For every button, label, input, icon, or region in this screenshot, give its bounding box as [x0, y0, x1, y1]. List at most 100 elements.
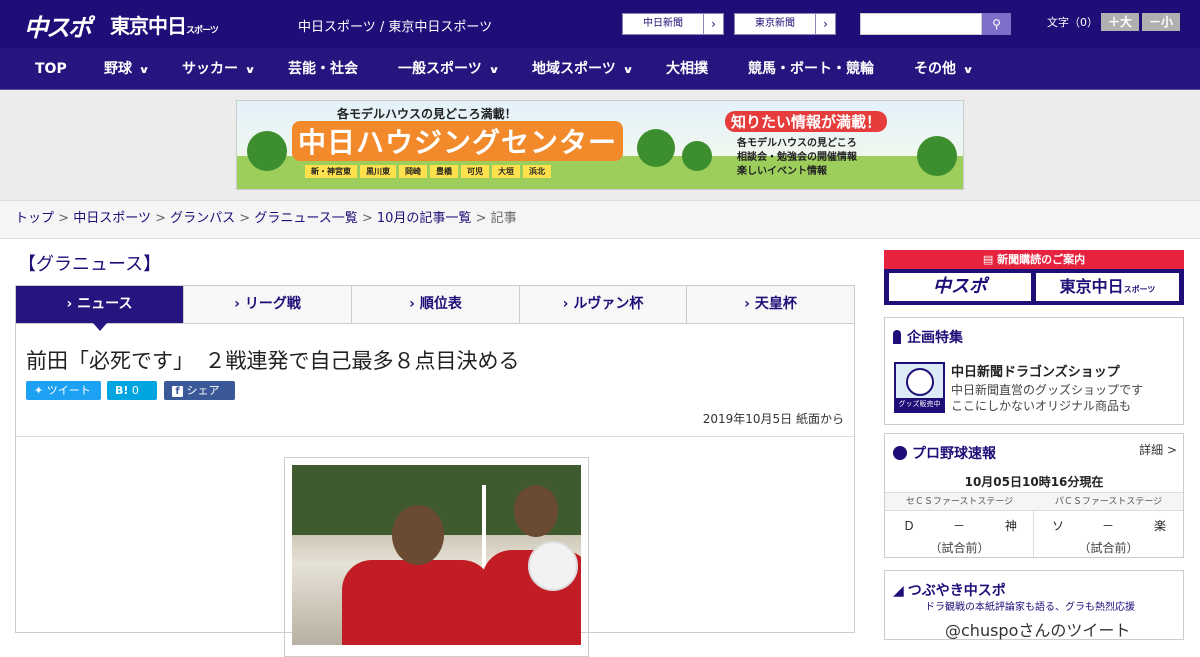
- housing-center-banner[interactable]: 各モデルハウスの見どころ満載！ 中日ハウジングセンター 新・神宮東 黒川東 岡崎 豊橋…: [236, 100, 964, 190]
- tab-emperors-cup[interactable]: › 天皇杯: [687, 286, 854, 323]
- nav-item-entertainment[interactable]: 芸能・社会: [288, 48, 358, 90]
- banner-tree: [682, 141, 712, 171]
- baseball-updated-time: 10月05日10時16分現在: [964, 475, 1104, 489]
- nav-item-soccer[interactable]: サッカー ∨: [182, 48, 256, 90]
- game-score: －: [953, 519, 966, 533]
- chuspo-logo[interactable]: 中スポ: [24, 8, 92, 43]
- game-stage: パＣＳファーストステージ: [1034, 493, 1183, 511]
- hatena-count: 0: [131, 384, 139, 397]
- dragons-shop-link[interactable]: 中日新聞ドラゴンズショップ: [951, 361, 1120, 380]
- baseball-game[interactable]: セＣＳファーストステージ Ｄ － 神 （試合前）: [885, 493, 1034, 557]
- tokyo-chunichi-logo-small: スポーツ: [186, 26, 219, 36]
- nav-item-sumo[interactable]: 大相撲: [666, 48, 708, 90]
- shop-description: ここにしかないオリジナル商品も: [951, 399, 1132, 413]
- banner-tree: [637, 129, 675, 167]
- baseball-games: セＣＳファーストステージ Ｄ － 神 （試合前） パＣＳファーストステージ ソ …: [885, 492, 1183, 557]
- nav-item-label: TOP: [35, 61, 67, 77]
- breadcrumb-separator: >: [58, 211, 70, 226]
- baseball-icon: [893, 446, 907, 460]
- tab-label: ルヴァン杯: [573, 296, 644, 312]
- tab-news[interactable]: › ニュース: [16, 286, 184, 331]
- baseball-score-box: プロ野球速報 詳細 > 10月05日10時16分現在 セＣＳファーストステージ …: [884, 433, 1184, 558]
- facebook-share-label: シェア: [186, 384, 220, 397]
- game-status: （試合前）: [1078, 541, 1139, 555]
- breadcrumb-news-list[interactable]: グラニュース一覧: [254, 211, 357, 226]
- banner-title: 中日ハウジングセンター: [292, 121, 624, 161]
- game-away-team: 神: [1005, 519, 1018, 533]
- banner-tree: [247, 131, 287, 171]
- tab-standings[interactable]: › 順位表: [352, 286, 520, 323]
- game-score: －: [1102, 519, 1115, 533]
- facebook-share-button[interactable]: f シェア 3: [164, 381, 235, 416]
- tab-levain-cup[interactable]: › ルヴァン杯: [520, 286, 687, 323]
- font-bigger-button[interactable]: ＋大: [1101, 13, 1139, 31]
- font-smaller-button[interactable]: －小: [1142, 13, 1180, 31]
- article-photo[interactable]: [292, 465, 581, 645]
- subscription-banner[interactable]: ▤ 新聞購読のご案内 中スポ 東京中日スポーツ: [884, 250, 1184, 305]
- tweet-button[interactable]: ✦ ツイート: [26, 381, 101, 400]
- game-home-team: ソ: [1052, 519, 1065, 533]
- chevron-down-icon: ∨: [138, 65, 150, 76]
- breadcrumb-october-list[interactable]: 10月の記事一覧: [377, 211, 472, 226]
- baseball-details-link[interactable]: 詳細 >: [1139, 441, 1177, 458]
- chevron-right-icon: ›: [744, 296, 750, 312]
- banner-location: 豊橋: [430, 165, 458, 178]
- tab-label: ニュース: [77, 296, 133, 312]
- banner-right-list: 各モデルハウスの見どころ 相談会・勉強会の開催情報 楽しいイベント情報: [737, 137, 857, 179]
- search-input[interactable]: [860, 13, 982, 35]
- tokyo-chunichi-logo[interactable]: 東京中日スポーツ: [110, 10, 219, 39]
- article-headline: 前田「必死です」 ２戦連発で自己最多８点目決める: [26, 349, 520, 373]
- tab-label: 天皇杯: [754, 296, 797, 312]
- banner-right-item: 相談会・勉強会の開催情報: [737, 152, 857, 163]
- tab-label: リーグ戦: [244, 296, 301, 312]
- subscription-title-text: 新聞購読のご案内: [997, 253, 1086, 266]
- nav-item-other[interactable]: その他 ∨: [914, 48, 974, 90]
- chevron-down-icon: ∨: [962, 65, 974, 76]
- banner-right-item: 各モデルハウスの見どころ: [737, 138, 857, 149]
- shop-badge: グッズ販売中: [896, 398, 943, 411]
- nav-item-racing[interactable]: 競馬・ボート・競輪: [748, 48, 874, 90]
- section-title: 【グラニュース】: [18, 254, 162, 275]
- article-photo-frame: [284, 457, 589, 657]
- search-button[interactable]: ⚲: [982, 13, 1011, 35]
- breadcrumb-current: 記事: [490, 211, 517, 226]
- tokyo-shimbun-link[interactable]: 東京新聞 ›: [734, 13, 836, 35]
- tab-league[interactable]: › リーグ戦: [184, 286, 352, 323]
- chevron-down-icon: ∨: [488, 65, 500, 76]
- search-icon: ⚲: [992, 17, 1001, 31]
- nav-item-general-sports[interactable]: 一般スポーツ ∨: [398, 48, 500, 90]
- breadcrumb: トップ > 中日スポーツ > グランパス > グラニュース一覧 > 10月の記事…: [0, 200, 1200, 239]
- baseball-game[interactable]: パＣＳファーストステージ ソ － 楽 （試合前）: [1034, 493, 1183, 557]
- award-icon: [893, 330, 901, 344]
- photo-player-head: [514, 485, 558, 537]
- subscribe-tokyo-chunichi-small: スポーツ: [1123, 285, 1156, 294]
- ad-area: 各モデルハウスの見どころ満載！ 中日ハウジングセンター 新・神宮東 黒川東 岡崎 豊橋…: [0, 90, 1200, 200]
- photo-player-front: [342, 560, 492, 645]
- facebook-count: 3: [172, 403, 179, 416]
- dragons-shop-image[interactable]: グッズ販売中: [894, 362, 945, 413]
- hatena-bookmark-button[interactable]: B! 0: [107, 381, 157, 400]
- nav-item-baseball[interactable]: 野球 ∨: [104, 48, 150, 90]
- nav-item-local-sports[interactable]: 地域スポーツ ∨: [532, 48, 633, 90]
- nav-item-top[interactable]: TOP: [35, 48, 67, 90]
- chuspo-twitter-link[interactable]: @chuspoさんのツイート: [945, 617, 1130, 641]
- chunichi-shimbun-link[interactable]: 中日新聞 ›: [622, 13, 724, 35]
- article: 前田「必死です」 ２戦連発で自己最多８点目決める ✦ ツイート B! 0 f シ…: [15, 323, 855, 657]
- baseball-title-text: プロ野球速報: [912, 446, 996, 462]
- breadcrumb-chunichi-sports[interactable]: 中日スポーツ: [73, 211, 151, 226]
- breadcrumb-top[interactable]: トップ: [15, 211, 54, 226]
- baseball-title: プロ野球速報: [893, 443, 996, 463]
- game-home-team: Ｄ: [903, 519, 916, 533]
- twitter-icon: ✦: [34, 384, 44, 397]
- game-away-team: 楽: [1154, 519, 1167, 533]
- tokyo-chunichi-logo-text: 東京中日: [110, 14, 187, 38]
- banner-locations: 新・神宮東 黒川東 岡崎 豊橋 可児 大垣 浜北: [305, 165, 554, 178]
- banner-location: 浜北: [523, 165, 551, 178]
- breadcrumb-grampus[interactable]: グランパス: [170, 211, 235, 226]
- game-stage: セＣＳファーストステージ: [885, 493, 1034, 511]
- nav-item-label: 野球: [104, 61, 132, 77]
- chevron-right-icon: ›: [409, 296, 415, 312]
- chevron-right-icon: ›: [703, 14, 723, 34]
- nav-item-label: その他: [914, 61, 956, 77]
- hatena-icon: B!: [115, 384, 129, 397]
